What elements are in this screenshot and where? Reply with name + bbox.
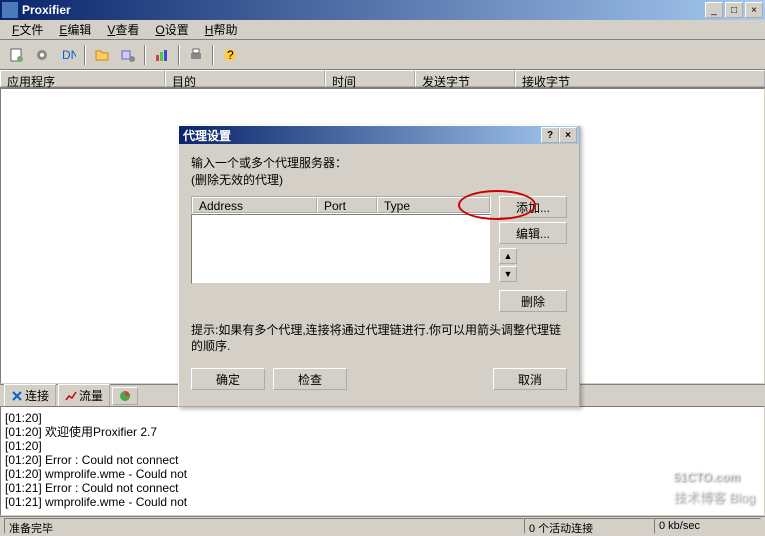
toolbar: DNS ? [0,40,765,70]
log-line: [01:21] wmprolife.wme - Could not [5,495,760,509]
ok-button[interactable]: 确定 [191,368,265,390]
separator [212,45,214,65]
proxy-list: Address Port Type [191,196,491,312]
dialog-title: 代理设置 [181,127,541,144]
tab-stats[interactable] [112,387,138,405]
move-up-button[interactable]: ▲ [499,248,517,264]
log-line: [01:20] [5,439,760,453]
menu-view[interactable]: V查看 [99,19,147,40]
title-bar: Proxifier _ □ × [0,0,765,20]
col-sent[interactable]: 发送字节 [415,70,515,87]
menu-bar: F文件 E编辑 V查看 O设置 H帮助 [0,20,765,40]
col-time[interactable]: 时间 [325,70,415,87]
log-line: [01:20] [5,411,760,425]
stats-icon [119,390,131,402]
status-bar: 准备完毕 0 个活动连接 0 kb/sec [0,516,765,534]
dialog-close-button[interactable]: × [559,127,577,143]
close-button[interactable]: × [745,2,763,18]
log-panel[interactable]: [01:20] [01:20] 欢迎使用Proxifier 2.7 [01:20… [0,406,765,516]
menu-file[interactable]: F文件 [4,19,51,40]
col-recv[interactable]: 接收字节 [515,70,765,87]
window-controls: _ □ × [705,2,763,18]
help-icon: ? [222,47,238,63]
proxy-settings-dialog: 代理设置 ? × 输入一个或多个代理服务器： (删除无效的代理) Address… [178,125,580,407]
col-target[interactable]: 目的 [165,70,325,87]
app-icon [2,2,18,18]
tool-btn-8[interactable]: ? [218,43,242,67]
tool-btn-1[interactable] [4,43,28,67]
connect-icon [11,390,23,402]
dialog-hint: 提示:如果有多个代理,连接将通过代理链进行.你可以用箭头调整代理链的顺序. [191,322,567,354]
move-down-button[interactable]: ▼ [499,266,517,282]
column-headers: 应用程序 目的 时间 发送字节 接收字节 [0,70,765,88]
dns-icon: DNS [60,47,76,63]
tool-btn-4[interactable] [90,43,114,67]
log-line: [01:20] wmprolife.wme - Could not [5,467,760,481]
menu-options[interactable]: O设置 [147,19,196,40]
edit-button[interactable]: 编辑... [499,222,567,244]
watermark: 51CTO.com 技术博客 Blog [673,461,755,506]
dialog-body: 输入一个或多个代理服务器： (删除无效的代理) Address Port Typ… [179,144,579,406]
log-line: [01:21] Error : Could not connect [5,481,760,495]
tool-btn-2[interactable] [30,43,54,67]
check-button[interactable]: 检查 [273,368,347,390]
status-speed: 0 kb/sec [654,518,761,534]
tool-btn-3[interactable]: DNS [56,43,80,67]
window-title: Proxifier [22,3,705,17]
separator [144,45,146,65]
tool-btn-6[interactable] [150,43,174,67]
status-active: 0 个活动连接 [524,518,654,534]
svg-text:DNS: DNS [62,48,76,62]
traffic-icon [65,390,77,402]
tool-btn-5[interactable] [116,43,140,67]
dialog-label: 输入一个或多个代理服务器： (删除无效的代理) [191,154,567,188]
svg-text:?: ? [227,48,234,62]
tab-connections[interactable]: 连接 [4,384,56,407]
dialog-title-bar: 代理设置 ? × [179,126,579,144]
log-line: [01:20] 欢迎使用Proxifier 2.7 [5,425,760,439]
cancel-button[interactable]: 取消 [493,368,567,390]
col-app[interactable]: 应用程序 [0,70,165,87]
separator [178,45,180,65]
folder-icon [94,47,110,63]
maximize-button[interactable]: □ [725,2,743,18]
menu-help[interactable]: H帮助 [197,19,246,40]
print-icon [188,47,204,63]
proxy-list-body[interactable] [191,214,491,284]
chart-icon [154,47,170,63]
status-ready: 准备完毕 [4,518,524,534]
dialog-help-button[interactable]: ? [541,127,559,143]
add-button[interactable]: 添加... [499,196,567,218]
document-icon [8,47,24,63]
menu-edit[interactable]: E编辑 [51,19,99,40]
minimize-button[interactable]: _ [705,2,723,18]
gear-icon [34,47,50,63]
tab-traffic[interactable]: 流量 [58,384,110,407]
settings-icon [120,47,136,63]
col-address[interactable]: Address [192,197,317,213]
log-line: [01:20] Error : Could not connect [5,453,760,467]
col-port[interactable]: Port [317,197,377,213]
tool-btn-7[interactable] [184,43,208,67]
col-type[interactable]: Type [377,197,490,213]
separator [84,45,86,65]
delete-button[interactable]: 删除 [499,290,567,312]
